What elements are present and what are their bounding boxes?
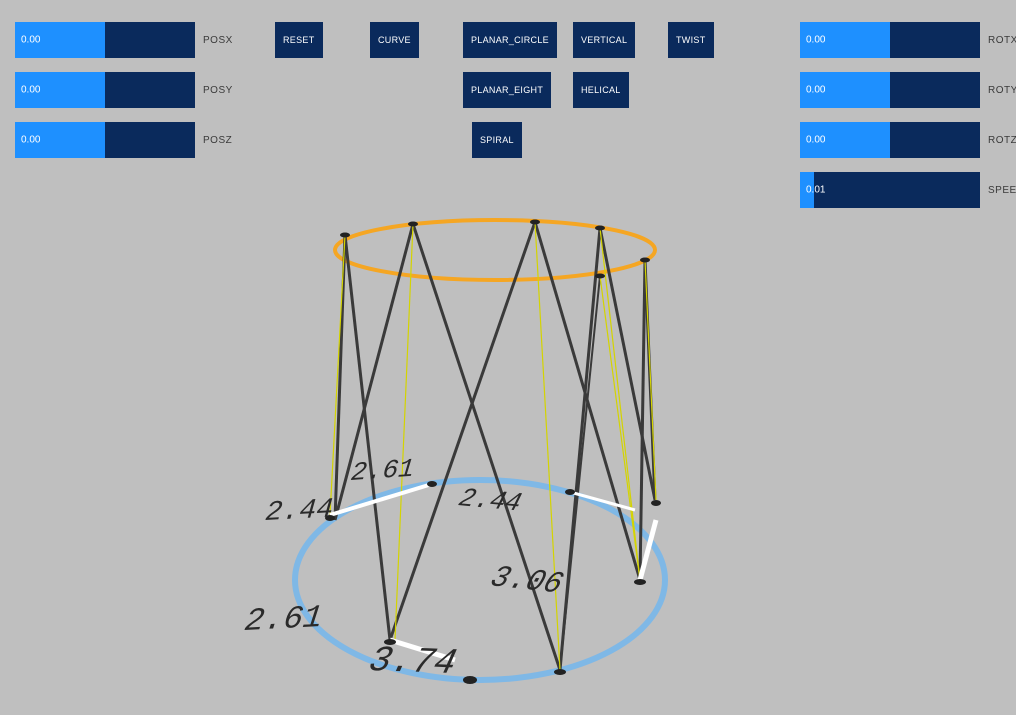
slider-rotx-label: ROTX [988,35,1016,46]
node [595,274,605,279]
slider-rotz-label: ROTZ [988,135,1016,146]
node [634,579,646,585]
cable [645,260,656,500]
strut [345,235,390,640]
strut [535,222,640,580]
node [554,669,566,675]
slider-speed[interactable]: 0.01 SPEED [800,172,1016,208]
bottom-ring [295,480,665,680]
helical-button[interactable]: HELICAL [573,72,629,108]
curve-button[interactable]: CURVE [370,22,419,58]
slider-rotz-track[interactable]: 0.00 [800,122,980,158]
slider-posx-track[interactable]: 0.00 [15,22,195,58]
strut [335,235,345,520]
highlight-segment [330,484,432,515]
slider-roty[interactable]: 0.00 ROTY [800,72,1016,108]
strut [640,260,645,580]
annotation: 2.44 [264,495,334,529]
slider-rotx-value: 0.00 [806,35,825,46]
annotation: 3.74 [365,640,461,684]
highlight-segment [390,640,455,660]
spiral-button[interactable]: SPIRAL [472,122,522,158]
twist-button[interactable]: TWIST [668,22,714,58]
slider-posx[interactable]: 0.00 POSX [15,22,233,58]
strut [600,228,655,500]
slider-posz-value: 0.00 [21,135,40,146]
annotation: 2.61 [350,454,416,488]
slider-roty-value: 0.00 [806,85,825,96]
planar-circle-button[interactable]: PLANAR_CIRCLE [463,22,557,58]
node [427,481,437,487]
highlight-segment [570,492,635,510]
vertical-button[interactable]: VERTICAL [573,22,635,58]
slider-speed-label: SPEED [988,185,1016,196]
slider-posy-value: 0.00 [21,85,40,96]
slider-posz-label: POSZ [203,135,232,146]
node [651,500,661,506]
slider-rotx-track[interactable]: 0.00 [800,22,980,58]
annotation: 2.61 [243,599,325,640]
strut [560,228,600,670]
node [463,676,477,684]
node [384,639,396,645]
cable [600,228,640,580]
cable [395,224,413,640]
slider-rotz-value: 0.00 [806,135,825,146]
node [408,222,418,227]
cable [330,235,345,515]
cable [535,222,560,670]
slider-posy[interactable]: 0.00 POSY [15,72,233,108]
strut [413,224,560,670]
node [530,220,540,225]
annotation: 2.44 [455,483,525,518]
strut [335,224,413,520]
node [640,258,650,263]
slider-speed-value: 0.01 [806,185,825,196]
slider-posx-label: POSX [203,35,233,46]
node [325,515,335,521]
slider-posx-value: 0.00 [21,35,40,46]
slider-roty-label: ROTY [988,85,1016,96]
slider-posy-track[interactable]: 0.00 [15,72,195,108]
slider-posz-track[interactable]: 0.00 [15,122,195,158]
node [595,226,605,231]
cable [600,276,640,580]
strut [560,276,600,670]
node [340,233,350,238]
slider-posz[interactable]: 0.00 POSZ [15,122,232,158]
slider-rotz[interactable]: 0.00 ROTZ [800,122,1016,158]
strut [645,260,655,500]
reset-button[interactable]: RESET [275,22,323,58]
slider-roty-track[interactable]: 0.00 [800,72,980,108]
slider-posy-label: POSY [203,85,233,96]
slider-rotx[interactable]: 0.00 ROTX [800,22,1016,58]
annotation: 3.06 [486,561,568,602]
highlight-segment [640,520,656,580]
node [565,489,575,495]
top-ring [335,220,655,280]
strut [390,222,535,640]
planar-eight-button[interactable]: PLANAR_EIGHT [463,72,551,108]
slider-speed-track[interactable]: 0.01 [800,172,980,208]
